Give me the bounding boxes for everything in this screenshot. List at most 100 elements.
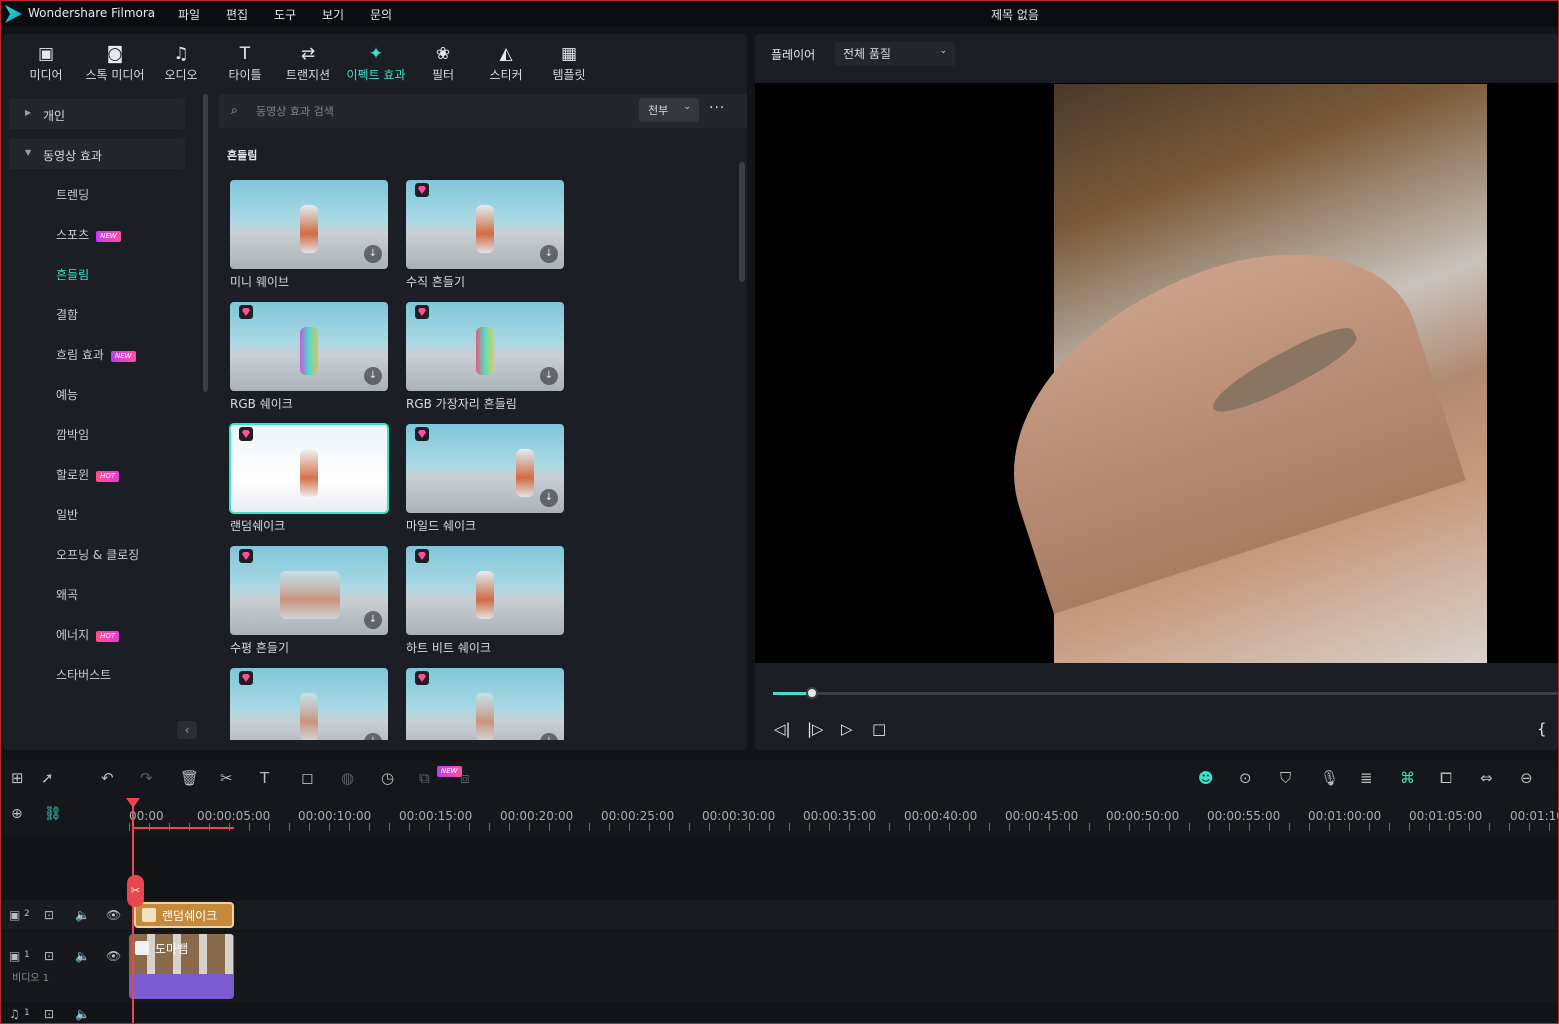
redo-icon[interactable]: ↷ xyxy=(140,769,153,787)
toolbar-stock-media-button[interactable]: ◙ 스톡 미디어 xyxy=(80,44,150,83)
video-clip[interactable]: 도마뱀 xyxy=(129,934,234,999)
download-icon[interactable]: ↓ xyxy=(540,733,558,740)
menu-help[interactable]: 문의 xyxy=(370,6,392,23)
effect-card[interactable]: ↓ RGB 쉐이크 xyxy=(230,302,388,412)
download-icon[interactable]: ↓ xyxy=(364,245,382,263)
toolbar-titles-button[interactable]: T 타이틀 xyxy=(210,44,280,83)
layout-grid-icon[interactable]: ⊞ xyxy=(11,769,24,787)
crop-icon[interactable]: ◻ xyxy=(301,769,313,787)
effect-clip[interactable]: 랜덤쉐이크 xyxy=(134,902,234,928)
toolbar-effects-button[interactable]: ✦ 이펙트 효과 xyxy=(341,44,411,83)
eye-icon[interactable]: 👁 xyxy=(106,908,121,922)
more-options-button[interactable]: ··· xyxy=(709,100,725,116)
sidebar-item-opening-closing[interactable]: 오프닝 & 클로징 xyxy=(56,546,139,563)
download-icon[interactable]: ↓ xyxy=(364,733,382,740)
download-icon[interactable]: ↓ xyxy=(540,245,558,263)
effect-card[interactable]: ↓ RGB 가장자리 흔들림 xyxy=(406,302,564,412)
zoom-out-icon[interactable]: ⊖ xyxy=(1520,769,1533,787)
sidebar-item-blur[interactable]: 흐림 효과 NEW xyxy=(56,346,136,363)
toolbar-templates-button[interactable]: ▦ 템플릿 xyxy=(534,44,604,83)
quality-dropdown[interactable]: 전체 품질 ⌄ xyxy=(835,42,955,66)
sidebar-group-video-effects[interactable]: ▼ 동영상 효과 xyxy=(9,139,185,169)
sidebar-item-trending[interactable]: 트렌딩 xyxy=(56,186,89,203)
search-input[interactable]: 동영상 효과 검색 xyxy=(256,103,334,119)
effect-thumbnail: ↓ xyxy=(230,180,388,269)
sidebar-item-halloween[interactable]: 할로윈 HOT xyxy=(56,466,120,483)
sidebar-item-shake[interactable]: 흔들림 xyxy=(56,266,89,283)
collapse-sidebar-button[interactable]: ‹ xyxy=(177,721,197,739)
sidebar-scrollbar[interactable] xyxy=(203,94,208,392)
effect-card-selected[interactable]: 랜덤쉐이크 xyxy=(229,423,389,534)
fit-timeline-icon[interactable]: ⇔ xyxy=(1480,769,1493,787)
eye-icon[interactable]: 👁 xyxy=(106,949,121,963)
ai-tool-icon[interactable]: ⧉ xyxy=(419,769,430,787)
sidebar-item-glitch[interactable]: 결함 xyxy=(56,306,78,323)
effect-card[interactable]: ↓ 마일드 쉐이크 xyxy=(406,424,564,534)
select-cursor-icon[interactable]: ➚ xyxy=(41,769,54,787)
new-badge: NEW xyxy=(110,351,136,362)
text-tool-icon[interactable]: T xyxy=(260,769,269,787)
play-button[interactable]: ▷ xyxy=(841,720,853,738)
effect-card[interactable]: ↓ xyxy=(406,668,564,740)
menu-edit[interactable]: 편집 xyxy=(226,6,248,23)
snap-magnet-icon[interactable]: ⌘ xyxy=(1400,769,1415,787)
link-icon[interactable]: ⛓ xyxy=(44,806,62,822)
toolbar-stickers-button[interactable]: ◭ 스티커 xyxy=(471,44,541,83)
undo-icon[interactable]: ↶ xyxy=(101,769,114,787)
speaker-icon[interactable]: 🔈 xyxy=(75,949,90,963)
premium-gem-icon xyxy=(415,305,429,319)
download-icon[interactable]: ↓ xyxy=(540,489,558,507)
download-icon[interactable]: ↓ xyxy=(364,367,382,385)
effects-scrollbar[interactable] xyxy=(739,162,745,282)
toolbar-audio-button[interactable]: ♫ 오디오 xyxy=(146,44,216,83)
effect-track-number: 2 xyxy=(24,909,30,919)
download-icon[interactable]: ↓ xyxy=(540,367,558,385)
lock-icon[interactable]: ⊡ xyxy=(44,908,54,922)
lock-icon[interactable]: ⊡ xyxy=(44,949,54,963)
toolbar-media-button[interactable]: ▣ 미디어 xyxy=(11,44,81,83)
speaker-icon[interactable]: 🔈 xyxy=(75,908,90,922)
render-preview-icon[interactable]: ⊙ xyxy=(1239,769,1252,787)
filter-dropdown[interactable]: 전부 ⌄ xyxy=(639,98,699,122)
audio-list-icon[interactable]: ≣ xyxy=(1360,769,1373,787)
effect-card[interactable]: ↓ 수평 흔들기 xyxy=(230,546,388,656)
cut-scissors-icon[interactable]: ✂ xyxy=(220,769,233,787)
microphone-icon[interactable]: 🎙 xyxy=(1320,769,1339,787)
marker-icon[interactable]: ⛉ xyxy=(1280,769,1291,787)
playhead[interactable] xyxy=(126,798,140,1023)
sidebar-item-starburst[interactable]: 스타버스트 xyxy=(56,666,111,683)
sidebar-item-flicker[interactable]: 깜박임 xyxy=(56,426,89,443)
sidebar-item-entertainment[interactable]: 예능 xyxy=(56,386,78,403)
mark-in-button[interactable]: { xyxy=(1537,720,1547,738)
effect-card[interactable]: 하트 비트 쉐이크 xyxy=(406,546,564,656)
pip-icon[interactable]: ⧠ xyxy=(1440,769,1452,787)
stop-button[interactable]: □ xyxy=(872,720,886,738)
sidebar-item-sports[interactable]: 스포츠 NEW xyxy=(56,226,121,243)
toolbar-filters-button[interactable]: ❀ 필터 xyxy=(408,44,478,83)
effect-card[interactable]: ↓ 미니 웨이브 xyxy=(230,180,388,290)
menu-file[interactable]: 파일 xyxy=(178,6,200,23)
effect-card[interactable]: ↓ xyxy=(230,668,388,740)
previous-frame-button[interactable]: ◁| xyxy=(774,720,791,738)
effect-card[interactable]: ↓ 수직 흔들기 xyxy=(406,180,564,290)
translate-icon[interactable]: ⧈ xyxy=(460,769,470,787)
download-icon[interactable]: ↓ xyxy=(364,611,382,629)
expanded-triangle-icon: ▼ xyxy=(25,148,32,157)
sidebar-group-personal[interactable]: ▶ 개인 xyxy=(9,99,185,129)
menu-view[interactable]: 보기 xyxy=(322,6,344,23)
add-track-icon[interactable]: ⊕ xyxy=(11,806,23,822)
color-palette-icon[interactable]: ◍ xyxy=(341,769,354,787)
menu-tools[interactable]: 도구 xyxy=(274,6,296,23)
lock-icon[interactable]: ⊡ xyxy=(44,1007,54,1021)
sidebar-item-energy[interactable]: 에너지 HOT xyxy=(56,626,120,643)
sidebar-item-general[interactable]: 일반 xyxy=(56,506,78,523)
speaker-icon[interactable]: 🔈 xyxy=(75,1007,90,1021)
toolbar-transitions-button[interactable]: ⇄ 트랜지션 xyxy=(273,44,343,83)
next-frame-button[interactable]: |▷ xyxy=(807,720,824,738)
playhead-scissors-handle[interactable]: ✂ xyxy=(127,875,144,907)
delete-icon[interactable]: 🗑 xyxy=(180,769,199,787)
playback-progress-slider[interactable] xyxy=(773,687,1558,699)
sidebar-item-distortion[interactable]: 왜곡 xyxy=(56,586,78,603)
speed-timer-icon[interactable]: ◷ xyxy=(381,769,394,787)
ai-assistant-icon[interactable]: ☻ xyxy=(1198,769,1214,787)
